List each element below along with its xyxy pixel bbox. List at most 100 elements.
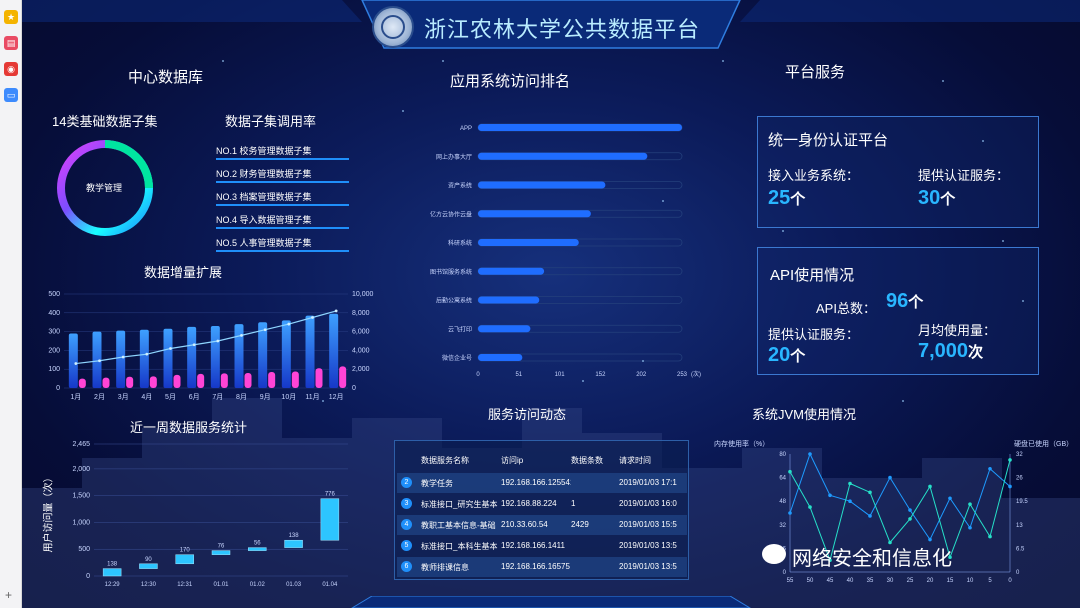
star-dot — [942, 80, 944, 82]
cell-ip: 192.168.166.1411 — [501, 541, 565, 550]
growth-chart: 0 100 200 300 400 500 0 2,000 4,000 6,000 8,000 10,… — [48, 291, 373, 401]
provide-value: 30个 — [918, 187, 956, 209]
dashboard-screen: 浙江农林大学公共数据平台 中心数据库 14类基础数据子集 教学管理 数据子集调用… — [22, 0, 1080, 608]
x-tick-label: 01.01 — [213, 582, 229, 588]
star-icon[interactable]: ★ — [4, 10, 18, 24]
x-tick-label: 253 — [677, 372, 688, 378]
y-tick-label: 500 — [48, 291, 60, 298]
bar-value-label: 776 — [325, 492, 336, 498]
bar — [478, 325, 531, 333]
x-tick-label: 9月 — [260, 393, 271, 401]
waterfall-bar — [102, 568, 122, 577]
bar-total — [258, 322, 268, 388]
add-icon[interactable]: + — [5, 588, 12, 602]
bar-value-label: 90 — [145, 557, 152, 563]
x-tick-label: 6月 — [189, 393, 200, 401]
jvm-title: 系统JVM使用情况 — [752, 407, 857, 422]
category-label: 网上办事大厅 — [436, 153, 472, 161]
waterfall-bar — [211, 550, 231, 555]
trend-point — [169, 347, 172, 350]
series-point — [808, 452, 812, 456]
bar-value-label: 170 — [180, 548, 191, 554]
x-tick-label: 12:31 — [177, 582, 193, 588]
chat-icon[interactable]: ▭ — [4, 88, 18, 102]
access-title: 服务访问动态 — [488, 407, 567, 422]
series-point — [968, 525, 972, 530]
star-dot — [1002, 240, 1004, 242]
cell-time: 2019/01/03 13:5 — [619, 562, 677, 571]
rank-item: NO.4 导入数据管理子集 — [216, 215, 312, 225]
bar-total — [163, 328, 173, 388]
bar-increment — [78, 378, 86, 388]
waterfall-bar — [248, 547, 267, 551]
star-dot — [982, 140, 984, 142]
col-header: 数据服务名称 — [421, 456, 469, 465]
y-tick-label: 64 — [779, 476, 786, 482]
star-dot — [642, 360, 644, 362]
series-point — [1008, 458, 1012, 462]
table-row[interactable]: 3 标准接口_研究生基本 192.168.88.224 1 2019/01/03 16:… — [397, 494, 687, 514]
row-number: 3 — [401, 498, 412, 509]
x-tick-label: 40 — [847, 578, 854, 584]
week-stats-title: 近一周数据服务统计 — [130, 420, 248, 435]
y-right-tick-label: 32 — [1016, 452, 1023, 458]
category-label: 后勤公寓系统 — [436, 297, 472, 305]
waterfall-bar — [139, 563, 158, 569]
footer-frame — [351, 596, 751, 608]
table-row[interactable]: 5 标准接口_本科生基本 192.168.166.1411 2019/01/03 13… — [397, 536, 687, 556]
y-tick-label: 1,500 — [72, 493, 90, 500]
series-point — [1008, 484, 1012, 489]
star-dot — [662, 200, 664, 202]
rank-underline — [216, 158, 349, 160]
bar-total — [234, 324, 244, 388]
y-tick-label: 0 — [86, 573, 90, 580]
y-tick-label: 0 — [783, 570, 787, 576]
category-label: 图书馆服务系统 — [430, 268, 472, 276]
y-tick-label: 100 — [48, 366, 60, 373]
eye-icon[interactable]: ◉ — [4, 62, 18, 76]
star-dot — [1022, 300, 1024, 302]
y-right-tick-label: 4,000 — [352, 347, 370, 354]
x-tick-label: 30 — [887, 578, 894, 584]
trend-point — [192, 343, 196, 347]
app-rank-title: 应用系统访问排名 — [450, 73, 571, 90]
bar-increment — [268, 372, 276, 388]
api-total-value: 96个 — [886, 290, 924, 312]
x-tick-label: 101 — [555, 372, 566, 378]
x-tick-label: 0 — [476, 372, 480, 378]
series-point — [908, 508, 912, 512]
note-icon[interactable]: ▤ — [4, 36, 18, 50]
row-number: 2 — [401, 477, 412, 488]
cell-name: 教职工基本信息-基础 — [421, 521, 496, 530]
bar-total — [116, 330, 126, 388]
series-point — [788, 511, 792, 515]
series-point — [888, 475, 892, 480]
star-dot — [582, 380, 584, 382]
trend-point — [263, 328, 267, 332]
bar-total — [68, 333, 78, 388]
series-line — [789, 452, 1011, 541]
category-label: 亿方云协作云盘 — [430, 210, 472, 218]
api-auth-label: 提供认证服务： — [768, 327, 860, 342]
bar-increment — [102, 377, 110, 388]
provide-label: 提供认证服务： — [918, 168, 1010, 183]
table-row[interactable]: 4 教职工基本信息-基础 210.33.60.54 2429 2019/01/03 15… — [397, 515, 687, 535]
x-tick-label: 35 — [867, 578, 874, 584]
star-dot — [402, 110, 404, 112]
table-row[interactable]: 2 教学任务 192.168.166.12554176 2019/01/03 17:1 — [397, 473, 687, 493]
trend-point — [334, 309, 338, 313]
cell-ip: 210.33.60.54 — [501, 520, 548, 529]
table-row[interactable]: 6 教师排课信息 192.168.166.16575 2019/01/03 13:5 — [397, 557, 687, 577]
x-tick-label: 10 — [967, 578, 974, 584]
y-right-tick-label: 2,000 — [352, 366, 370, 373]
trend-point — [98, 359, 101, 363]
trend-point — [311, 316, 314, 319]
monthly-value: 7,000次 — [918, 340, 984, 362]
series-point — [988, 466, 992, 471]
star-dot — [322, 400, 324, 402]
rank-underline — [216, 181, 349, 183]
category-label: 科研系统 — [448, 239, 472, 247]
y-right-tick-label: 6,000 — [352, 329, 370, 336]
cell-name: 标准接口_本科生基本 — [421, 542, 498, 551]
bar — [478, 210, 591, 218]
